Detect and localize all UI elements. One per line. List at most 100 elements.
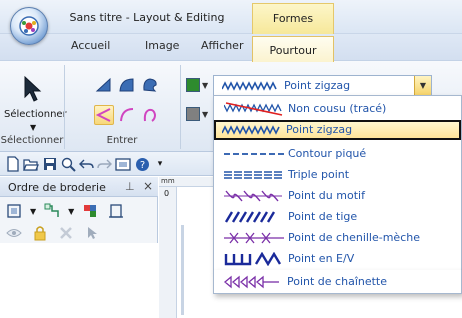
combo-value: Point zigzag xyxy=(284,79,351,92)
running-stitch-icon xyxy=(224,153,284,155)
shape-tool-2[interactable] xyxy=(117,75,137,95)
menu-item-label: Point de tige xyxy=(288,210,358,223)
pin-icon[interactable]: ⊥ xyxy=(125,180,135,193)
shape-tool-1[interactable] xyxy=(94,75,114,95)
group-label-select: Sélectionner xyxy=(0,135,64,146)
stitch-type-dropdown: Non cousu (tracé) Point zigzag Contour p… xyxy=(213,95,462,271)
context-tab-group-header: Formes xyxy=(252,3,334,34)
tab-afficher[interactable]: Afficher xyxy=(201,39,243,52)
region-color-swatch xyxy=(186,107,200,121)
svg-text:?: ? xyxy=(139,160,144,171)
freeform-shape-icon xyxy=(143,78,157,92)
ruler-unit-label: mm xyxy=(161,177,175,185)
menu-item-contour-pique[interactable]: Contour piqué xyxy=(216,144,459,164)
customize-toolbar-icon[interactable]: ▾ xyxy=(151,155,169,173)
title-bar: Sans titre - Layout & Editing Formes xyxy=(0,0,462,34)
group-label-enter: Entrer xyxy=(106,135,138,146)
line-tool-3[interactable] xyxy=(140,105,160,125)
menu-item-point-en-ev[interactable]: Point en E/V xyxy=(216,249,459,269)
chevron-down-icon: ▼ xyxy=(202,80,209,90)
canvas-scroll-edge xyxy=(181,225,184,315)
line-tool-2[interactable] xyxy=(117,105,137,125)
motif-stitch-icon xyxy=(224,190,282,202)
group-objects-icon[interactable] xyxy=(42,201,62,221)
freehand-line-icon xyxy=(143,108,157,122)
curve-line-icon xyxy=(120,108,134,122)
frame-icon[interactable] xyxy=(106,201,126,221)
stem-stitch-icon xyxy=(224,211,276,223)
menu-item-non-cousu[interactable]: Non cousu (tracé) xyxy=(216,99,459,119)
menu-item-triple-point[interactable]: Triple point xyxy=(216,165,459,185)
panel-toolbar-1: ▼ ▼ xyxy=(4,201,126,221)
chevron-down-icon[interactable]: ▼ xyxy=(30,207,36,216)
menu-item-label: Point zigzag xyxy=(286,123,353,136)
line-color-swatch xyxy=(186,78,200,92)
shape-row-2 xyxy=(94,105,160,125)
tab-image[interactable]: Image xyxy=(145,39,179,52)
chevron-down-icon: ▼ xyxy=(202,109,209,119)
zigzag-stitch-icon xyxy=(222,125,280,135)
line-tool-1[interactable] xyxy=(94,105,114,125)
menu-item-point-zigzag[interactable]: Point zigzag xyxy=(214,120,461,140)
delete-icon[interactable] xyxy=(56,223,76,243)
candlewicking-stitch-icon xyxy=(224,232,284,244)
menu-item-label: Point en E/V xyxy=(288,252,355,265)
application-button[interactable] xyxy=(10,7,48,45)
cursor-arrow-icon xyxy=(24,75,42,102)
menu-item-point-de-tige[interactable]: Point de tige xyxy=(216,207,459,227)
menu-item-point-de-chainette[interactable]: Point de chaînette xyxy=(215,272,458,292)
ruler-tick-label: 0 xyxy=(164,189,170,198)
cursor-arrow-icon[interactable] xyxy=(82,223,102,243)
menu-item-label: Point de chenille-mèche xyxy=(288,231,420,244)
panel-title: Ordre de broderie xyxy=(8,181,106,194)
chevron-down-icon: ▼ xyxy=(30,123,37,132)
tab-pourtour[interactable]: Pourtour xyxy=(252,36,334,62)
menu-item-label: Point de chaînette xyxy=(287,275,388,288)
save-icon[interactable] xyxy=(41,155,59,173)
group-separator xyxy=(180,65,181,149)
curve-shape-icon xyxy=(119,78,134,92)
line-color-button[interactable]: ▼ xyxy=(186,78,208,92)
select-button-label: Sélectionner xyxy=(4,109,67,120)
panel-content-area xyxy=(0,243,158,318)
line-sewing-type-combo[interactable]: Point zigzag ▼ xyxy=(213,75,432,96)
color-sort-icon[interactable] xyxy=(80,201,100,221)
new-file-icon[interactable] xyxy=(4,155,22,173)
menu-item-label: Non cousu (tracé) xyxy=(288,102,387,115)
corner-shape-icon xyxy=(95,77,111,92)
eye-icon[interactable] xyxy=(4,223,24,243)
help-icon[interactable]: ? xyxy=(133,155,151,173)
vertical-ruler: 0 xyxy=(159,187,177,318)
menu-item-point-du-motif[interactable]: Point du motif xyxy=(216,186,459,206)
shape-tool-3[interactable] xyxy=(140,75,160,95)
chain-stitch-icon xyxy=(223,275,279,289)
app-logo-icon xyxy=(19,16,39,36)
preview-icon[interactable] xyxy=(114,155,132,173)
lock-icon[interactable] xyxy=(30,223,50,243)
undo-icon[interactable] xyxy=(77,155,95,173)
ev-stitch-icon xyxy=(224,252,282,266)
shape-row-1 xyxy=(94,75,160,95)
menu-item-label: Contour piqué xyxy=(288,147,367,160)
panel-toolbar-2 xyxy=(4,223,102,243)
zoom-icon[interactable] xyxy=(59,155,77,173)
tab-accueil[interactable]: Accueil xyxy=(71,39,110,52)
menu-item-point-de-chenille[interactable]: Point de chenille-mèche xyxy=(216,228,459,248)
ribbon-tab-strip: Accueil Image Afficher xyxy=(0,34,462,60)
fit-view-icon[interactable] xyxy=(4,201,24,221)
triple-stitch-icon xyxy=(224,171,284,179)
close-icon[interactable]: × xyxy=(143,179,153,193)
menu-item-label: Point du motif xyxy=(288,189,365,202)
context-tab-group-label: Formes xyxy=(272,12,314,25)
select-button[interactable]: Sélectionner ▼ xyxy=(4,65,67,133)
non-sewn-icon xyxy=(224,102,283,116)
embroidery-order-panel: Ordre de broderie ⊥ × ▼ ▼ xyxy=(0,177,158,318)
menu-item-label: Triple point xyxy=(288,168,350,181)
chevron-down-icon[interactable]: ▼ xyxy=(68,207,74,216)
redo-icon[interactable] xyxy=(95,155,113,173)
region-color-button[interactable]: ▼ xyxy=(186,107,208,121)
zigzag-stitch-icon xyxy=(222,81,277,91)
panel-header: Ordre de broderie ⊥ × xyxy=(0,177,158,197)
open-file-icon[interactable] xyxy=(22,155,40,173)
combo-dropdown-button[interactable]: ▼ xyxy=(414,76,431,95)
